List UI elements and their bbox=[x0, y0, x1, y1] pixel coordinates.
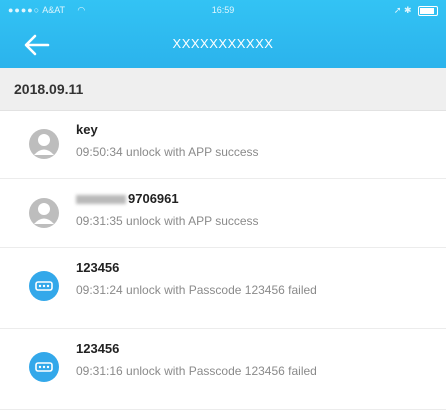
status-bar: ●●●●○ A&AT ◠ 16:59 ➚ ✱ bbox=[0, 0, 446, 20]
list-item[interactable]: 123456 09:31:16 unlock with Passcode 123… bbox=[0, 329, 446, 410]
passcode-icon bbox=[29, 271, 59, 301]
record-detail: 09:31:35 unlock with APP success bbox=[76, 214, 259, 228]
list-item[interactable]: 123456 09:31:24 unlock with Passcode 123… bbox=[0, 248, 446, 329]
section-date: 2018.09.11 bbox=[14, 81, 84, 97]
unlock-record-list: key 09:50:34 unlock with APP success 970… bbox=[0, 110, 446, 410]
record-name-row: 9706961 bbox=[76, 191, 179, 206]
redacted-prefix bbox=[76, 195, 126, 205]
nav-bar: XXXXXXXXXXX bbox=[0, 20, 446, 68]
record-detail: 09:31:16 unlock with Passcode 123456 fai… bbox=[76, 364, 317, 378]
bluetooth-icon: ✱ bbox=[403, 5, 412, 15]
record-name: 123456 bbox=[76, 341, 120, 356]
record-detail: 09:50:34 unlock with APP success bbox=[76, 145, 259, 159]
record-detail: 09:31:24 unlock with Passcode 123456 fai… bbox=[76, 283, 317, 297]
status-time: 16:59 bbox=[211, 5, 235, 15]
list-item[interactable]: 9706961 09:31:35 unlock with APP success bbox=[0, 179, 446, 248]
status-right: ➚ ✱ bbox=[394, 0, 438, 20]
location-icon: ➚ bbox=[393, 5, 402, 15]
back-arrow-icon[interactable] bbox=[22, 30, 52, 60]
page-title: XXXXXXXXXXX bbox=[172, 36, 274, 51]
passcode-icon bbox=[29, 352, 59, 382]
list-item[interactable]: key 09:50:34 unlock with APP success bbox=[0, 110, 446, 179]
battery-icon bbox=[418, 5, 438, 16]
user-silhouette-icon bbox=[29, 198, 59, 228]
date-section-header: 2018.09.11 bbox=[0, 68, 446, 111]
app-header: ●●●●○ A&AT ◠ 16:59 ➚ ✱ XXXXXXXXXXX bbox=[0, 0, 446, 68]
record-name: key bbox=[76, 122, 98, 137]
user-silhouette-icon bbox=[29, 129, 59, 159]
record-name: 123456 bbox=[76, 260, 120, 275]
record-name: 9706961 bbox=[128, 191, 179, 206]
